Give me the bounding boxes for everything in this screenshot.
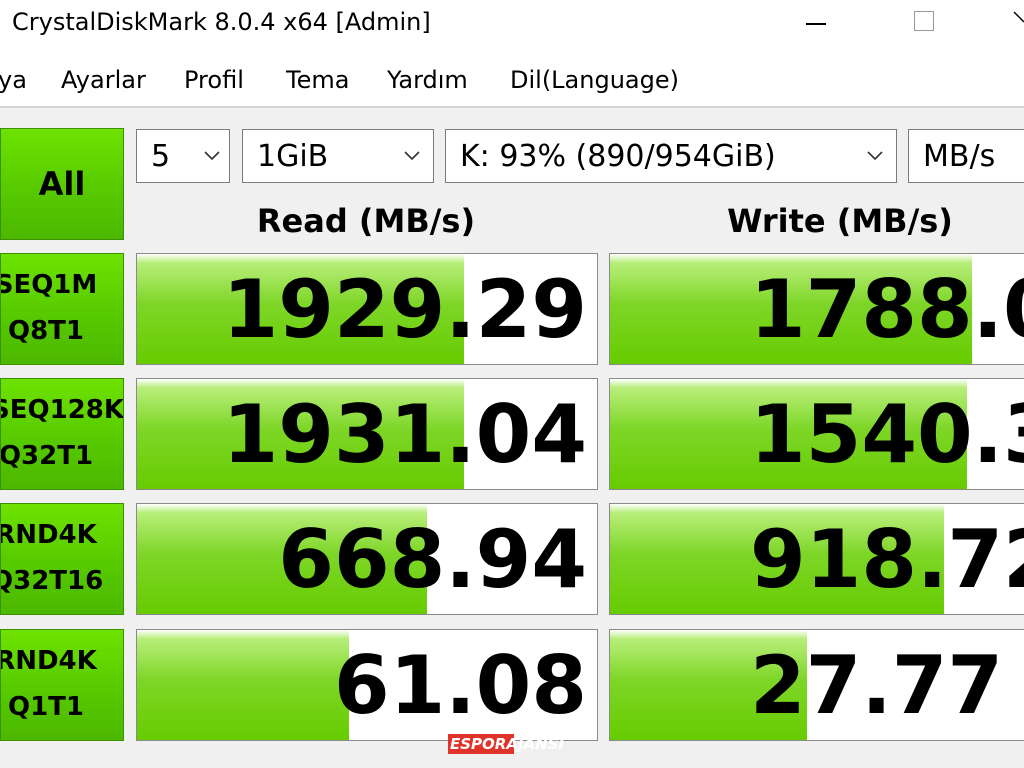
test-size-select[interactable]: 1GiB [242,129,434,183]
menu-settings[interactable]: Ayarlar [61,66,146,94]
write-column-header: Write (MB/s) [727,202,953,240]
menu-theme[interactable]: Tema [286,66,349,94]
all-button[interactable]: All [0,128,124,240]
test-count-value: 5 [151,139,171,174]
watermark-text: ESPORAJANSI [450,735,565,753]
maximize-icon [914,11,934,31]
test-name: SEQ1M [0,270,98,300]
test-size-value: 1GiB [257,139,329,174]
chevron-down-icon [867,151,883,161]
chevron-down-icon [204,151,220,161]
watermark-logo: ESPORAJANSI [448,734,574,754]
title-bar: CrystalDiskMark 8.0.4 x64 [Admin] [0,0,1024,48]
menu-file[interactable]: ya [0,66,27,94]
test-params: Q32T1 [0,441,94,471]
test-name: RND4K [0,520,97,550]
menu-language[interactable]: Dil(Language) [510,66,679,94]
read-result-bar [137,630,349,740]
unit-value: MB/s [923,139,996,174]
unit-select[interactable]: MB/s [908,129,1024,183]
test-button[interactable]: SEQ1M Q8T1 [0,253,124,365]
close-icon [1013,11,1024,23]
read-result-cell: 1929.29 [136,253,598,365]
write-result-cell: 27.77 [609,629,1024,741]
window-title: CrystalDiskMark 8.0.4 x64 [Admin] [12,8,431,36]
write-result-value: 1788.06 [750,263,1024,356]
minimize-button[interactable] [786,0,846,46]
read-result-cell: 1931.04 [136,378,598,490]
menu-bar: ya Ayarlar Profil Tema Yardım Dil(Langua… [0,48,1024,108]
write-result-cell: 1788.06 [609,253,1024,365]
maximize-button[interactable] [894,0,954,46]
read-result-cell: 61.08 [136,629,598,741]
write-result-value: 1540.33 [750,388,1024,481]
chevron-down-icon [404,151,420,161]
write-result-value: 27.77 [750,639,1004,732]
test-params: Q8T1 [7,316,85,346]
read-column-header: Read (MB/s) [256,202,476,240]
test-name: RND4K [0,646,97,676]
test-button[interactable]: RND4K Q32T16 [0,503,124,615]
test-params: Q1T1 [7,692,85,722]
write-result-value: 918.72 [750,513,1024,606]
write-result-cell: 918.72 [609,503,1024,615]
menu-profile[interactable]: Profil [184,66,244,94]
write-result-cell: 1540.33 [609,378,1024,490]
test-count-select[interactable]: 5 [136,129,230,183]
test-name: SEQ128K [0,395,124,425]
test-params: Q32T16 [0,566,104,596]
minimize-icon [806,23,826,25]
close-button[interactable] [1000,0,1024,46]
drive-select[interactable]: K: 93% (890/954GiB) [445,129,897,183]
test-button[interactable]: RND4K Q1T1 [0,629,124,741]
read-result-value: 1931.04 [222,388,587,481]
read-result-value: 668.94 [278,513,587,606]
read-result-cell: 668.94 [136,503,598,615]
read-result-value: 61.08 [333,639,587,732]
test-button[interactable]: SEQ128K Q32T1 [0,378,124,490]
menu-help[interactable]: Yardım [387,66,468,94]
read-result-value: 1929.29 [222,263,587,356]
drive-value: K: 93% (890/954GiB) [460,139,776,174]
